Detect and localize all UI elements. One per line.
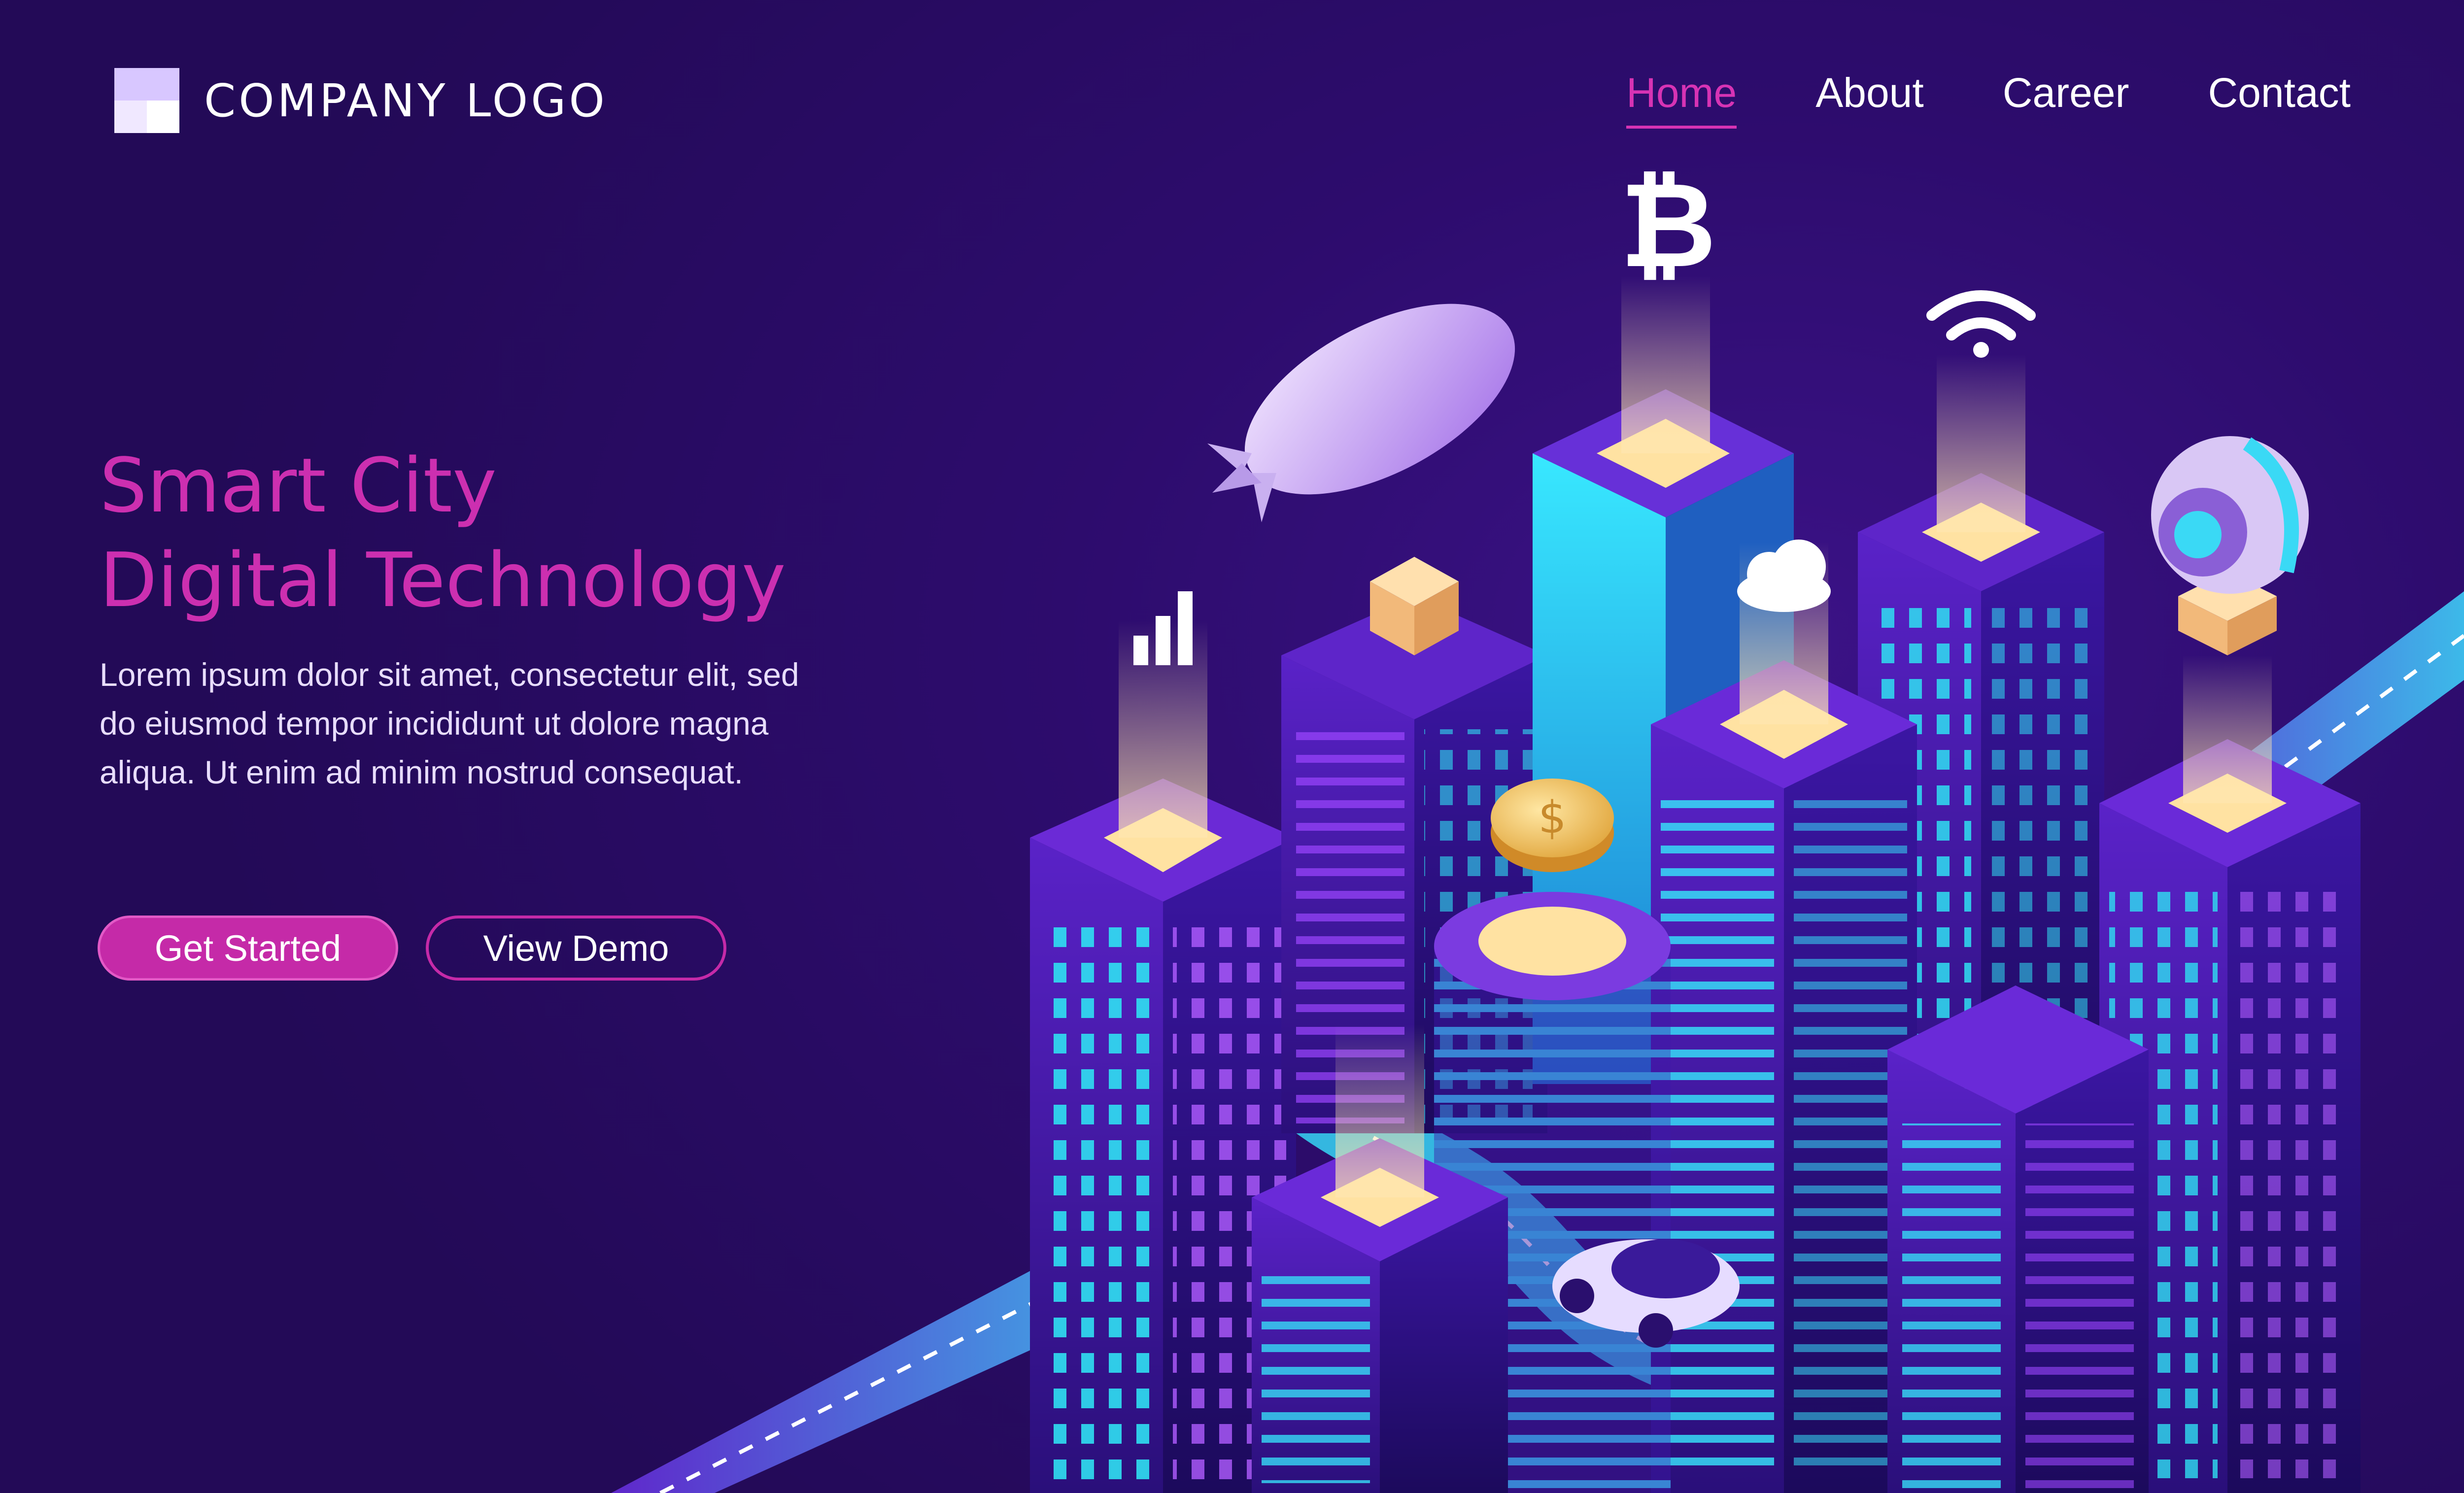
wifi-icon — [1926, 290, 2036, 358]
hero-title: Smart City Digital Technology — [100, 439, 786, 628]
hero-title-line2: Digital Technology — [100, 537, 786, 624]
main-nav: Home About Career Contact — [1626, 69, 2351, 129]
nav-career[interactable]: Career — [2003, 69, 2129, 129]
airship-icon — [1207, 304, 1515, 522]
nav-about[interactable]: About — [1815, 69, 1924, 129]
view-demo-button[interactable]: View Demo — [426, 916, 726, 981]
get-started-button[interactable]: Get Started — [98, 916, 398, 981]
hero-title-line1: Smart City — [100, 442, 497, 529]
camera-drone-icon — [2151, 436, 2309, 594]
nav-home[interactable]: Home — [1626, 69, 1737, 129]
logo-icon — [114, 68, 179, 133]
landing-page: ₿ $ COMPANY LOGO Home About Career Conta… — [0, 0, 2464, 1493]
hero-description: Lorem ipsum dolor sit amet, consectetur … — [100, 656, 799, 790]
svg-text:₿: ₿ — [1620, 156, 1716, 294]
logo-text: COMPANY LOGO — [204, 74, 608, 127]
coin-icon: $ — [1491, 779, 1614, 872]
nav-contact[interactable]: Contact — [2208, 69, 2351, 129]
bitcoin-icon: ₿ — [1620, 156, 1716, 294]
svg-text:$: $ — [1538, 792, 1566, 844]
company-logo[interactable]: COMPANY LOGO — [114, 68, 608, 133]
